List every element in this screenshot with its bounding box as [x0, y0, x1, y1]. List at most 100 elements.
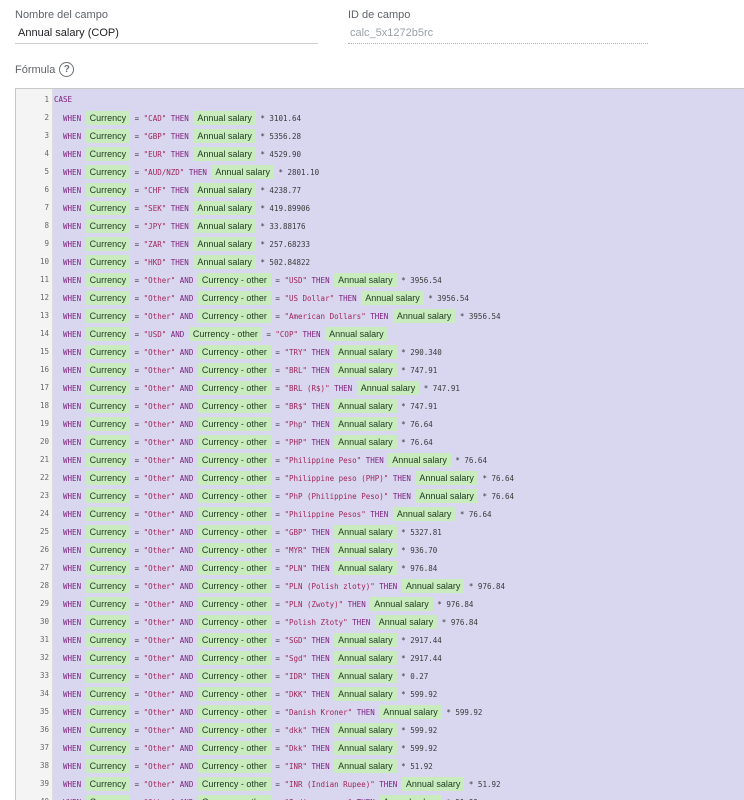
field-chip-annual-salary[interactable]: Annual salary — [334, 399, 397, 413]
field-chip-annual-salary[interactable]: Annual salary — [193, 219, 256, 233]
field-chip-currency[interactable]: Currency — [85, 615, 131, 629]
help-icon[interactable]: ? — [59, 62, 75, 77]
field-chip-annual-salary[interactable]: Annual salary — [334, 633, 397, 647]
field-chip-currency-other[interactable]: Currency - other — [197, 651, 271, 665]
field-chip-currency-other[interactable]: Currency - other — [197, 669, 271, 683]
field-chip-annual-salary[interactable]: Annual salary — [392, 507, 456, 521]
field-chip-currency[interactable]: Currency — [85, 381, 131, 395]
field-chip-annual-salary[interactable]: Annual salary — [356, 381, 420, 395]
code-line[interactable]: 26 WHEN Currency = "Other" AND Currency … — [16, 541, 744, 559]
code-line[interactable]: 19 WHEN Currency = "Other" AND Currency … — [16, 415, 744, 433]
field-chip-annual-salary[interactable]: Annual salary — [370, 597, 433, 611]
field-chip-currency-other[interactable]: Currency - other — [197, 687, 271, 701]
field-chip-currency-other[interactable]: Currency - other — [197, 633, 271, 647]
field-chip-annual-salary[interactable]: Annual salary — [374, 615, 438, 629]
field-chip-currency-other[interactable]: Currency - other — [197, 435, 271, 449]
field-chip-annual-salary[interactable]: Annual salary — [211, 165, 274, 179]
code-line[interactable]: 23 WHEN Currency = "Other" AND Currency … — [16, 487, 744, 505]
field-chip-annual-salary[interactable]: Annual salary — [193, 147, 256, 161]
field-chip-currency[interactable]: Currency — [85, 165, 131, 179]
code-line[interactable]: 20 WHEN Currency = "Other" AND Currency … — [16, 433, 744, 451]
code-line[interactable]: 31 WHEN Currency = "Other" AND Currency … — [16, 631, 744, 649]
field-chip-annual-salary[interactable]: Annual salary — [334, 759, 397, 773]
field-chip-currency[interactable]: Currency — [85, 723, 131, 737]
field-chip-currency-other[interactable]: Currency - other — [197, 759, 271, 773]
field-chip-annual-salary[interactable]: Annual salary — [334, 345, 397, 359]
code-line[interactable]: 27 WHEN Currency = "Other" AND Currency … — [16, 559, 744, 577]
code-line[interactable]: 5 WHEN Currency = "AUD/NZD" THEN Annual … — [16, 163, 744, 181]
field-chip-annual-salary[interactable]: Annual salary — [401, 579, 465, 593]
field-chip-currency[interactable]: Currency — [85, 129, 131, 143]
field-chip-currency-other[interactable]: Currency - other — [197, 777, 271, 791]
field-chip-annual-salary[interactable]: Annual salary — [334, 417, 397, 431]
code-line[interactable]: 29 WHEN Currency = "Other" AND Currency … — [16, 595, 744, 613]
field-chip-annual-salary[interactable]: Annual salary — [334, 669, 397, 683]
field-chip-annual-salary[interactable]: Annual salary — [334, 363, 397, 377]
field-chip-annual-salary[interactable]: Annual salary — [334, 687, 397, 701]
field-chip-currency-other[interactable]: Currency - other — [197, 525, 271, 539]
field-chip-currency[interactable]: Currency — [85, 147, 131, 161]
field-chip-currency[interactable]: Currency — [85, 273, 131, 287]
code-line[interactable]: 8 WHEN Currency = "JPY" THEN Annual sala… — [16, 217, 744, 235]
field-chip-currency-other[interactable]: Currency - other — [197, 705, 271, 719]
field-chip-currency-other[interactable]: Currency - other — [197, 345, 271, 359]
code-line[interactable]: 1 CASE — [16, 91, 744, 109]
field-chip-currency-other[interactable]: Currency - other — [188, 327, 262, 341]
code-line[interactable]: 6 WHEN Currency = "CHF" THEN Annual sala… — [16, 181, 744, 199]
field-chip-annual-salary[interactable]: Annual salary — [401, 777, 465, 791]
field-chip-annual-salary[interactable]: Annual salary — [193, 183, 256, 197]
field-chip-currency-other[interactable]: Currency - other — [197, 363, 271, 377]
field-chip-currency[interactable]: Currency — [85, 219, 131, 233]
field-chip-annual-salary[interactable]: Annual salary — [379, 795, 442, 800]
code-line[interactable]: 10 WHEN Currency = "HKD" THEN Annual sal… — [16, 253, 744, 271]
code-line[interactable]: 25 WHEN Currency = "Other" AND Currency … — [16, 523, 744, 541]
code-line[interactable]: 13 WHEN Currency = "Other" AND Currency … — [16, 307, 744, 325]
field-chip-currency[interactable]: Currency — [85, 363, 131, 377]
field-chip-currency[interactable]: Currency — [85, 237, 131, 251]
code-line[interactable]: 21 WHEN Currency = "Other" AND Currency … — [16, 451, 744, 469]
field-chip-currency[interactable]: Currency — [85, 705, 131, 719]
field-chip-currency-other[interactable]: Currency - other — [197, 579, 271, 593]
field-chip-currency-other[interactable]: Currency - other — [197, 453, 271, 467]
field-chip-currency[interactable]: Currency — [85, 309, 131, 323]
formula-editor[interactable]: 1 CASE 2 WHEN Currency = "CAD" THEN Annual… — [15, 88, 744, 800]
field-chip-currency[interactable]: Currency — [85, 507, 131, 521]
code-line[interactable]: 33 WHEN Currency = "Other" AND Currency … — [16, 667, 744, 685]
field-chip-currency[interactable]: Currency — [85, 201, 131, 215]
code-line[interactable]: 17 WHEN Currency = "Other" AND Currency … — [16, 379, 744, 397]
field-chip-annual-salary[interactable]: Annual salary — [334, 741, 397, 755]
code-line[interactable]: 38 WHEN Currency = "Other" AND Currency … — [16, 757, 744, 775]
field-chip-currency-other[interactable]: Currency - other — [197, 399, 271, 413]
field-chip-currency-other[interactable]: Currency - other — [197, 723, 271, 737]
field-chip-annual-salary[interactable]: Annual salary — [379, 705, 442, 719]
field-chip-annual-salary[interactable]: Annual salary — [334, 723, 397, 737]
field-chip-currency-other[interactable]: Currency - other — [197, 381, 271, 395]
field-chip-annual-salary[interactable]: Annual salary — [193, 111, 256, 125]
field-chip-currency[interactable]: Currency — [85, 579, 131, 593]
field-chip-currency[interactable]: Currency — [85, 669, 131, 683]
code-line[interactable]: 9 WHEN Currency = "ZAR" THEN Annual sala… — [16, 235, 744, 253]
code-line[interactable]: 11 WHEN Currency = "Other" AND Currency … — [16, 271, 744, 289]
field-chip-currency-other[interactable]: Currency - other — [197, 561, 271, 575]
field-chip-currency[interactable]: Currency — [85, 111, 131, 125]
field-chip-annual-salary[interactable]: Annual salary — [388, 453, 451, 467]
code-line[interactable]: 24 WHEN Currency = "Other" AND Currency … — [16, 505, 744, 523]
field-chip-currency-other[interactable]: Currency - other — [197, 741, 271, 755]
field-chip-annual-salary[interactable]: Annual salary — [392, 309, 456, 323]
field-chip-currency[interactable]: Currency — [85, 795, 131, 800]
field-chip-annual-salary[interactable]: Annual salary — [193, 255, 256, 269]
code-line[interactable]: 15 WHEN Currency = "Other" AND Currency … — [16, 343, 744, 361]
code-line[interactable]: 28 WHEN Currency = "Other" AND Currency … — [16, 577, 744, 595]
field-chip-currency[interactable]: Currency — [85, 561, 131, 575]
field-chip-annual-salary[interactable]: Annual salary — [334, 651, 397, 665]
code-line[interactable]: 3 WHEN Currency = "GBP" THEN Annual sala… — [16, 127, 744, 145]
field-chip-annual-salary[interactable]: Annual salary — [334, 543, 397, 557]
field-chip-currency-other[interactable]: Currency - other — [197, 795, 271, 800]
code-line[interactable]: 2 WHEN Currency = "CAD" THEN Annual sala… — [16, 109, 744, 127]
field-chip-currency-other[interactable]: Currency - other — [197, 273, 271, 287]
code-line[interactable]: 39 WHEN Currency = "Other" AND Currency … — [16, 775, 744, 793]
field-chip-currency[interactable]: Currency — [85, 435, 131, 449]
code-line[interactable]: 37 WHEN Currency = "Other" AND Currency … — [16, 739, 744, 757]
code-line[interactable]: 14 WHEN Currency = "USD" AND Currency - … — [16, 325, 744, 343]
field-chip-currency-other[interactable]: Currency - other — [197, 489, 271, 503]
